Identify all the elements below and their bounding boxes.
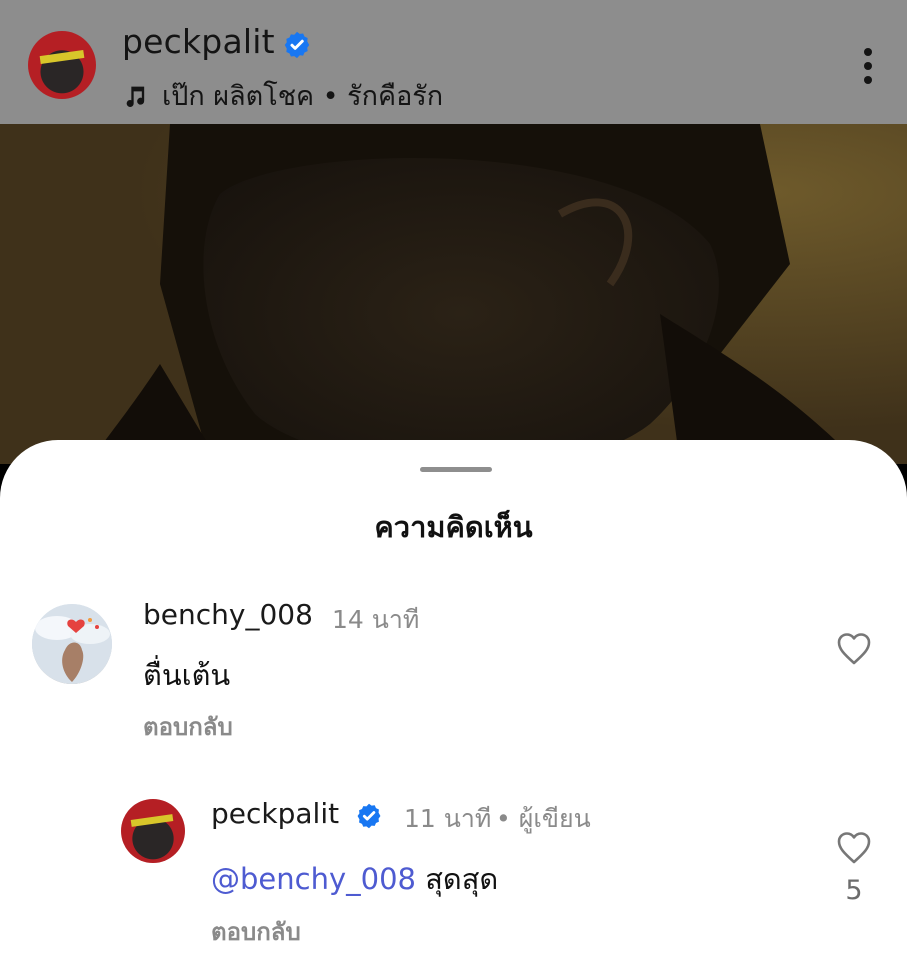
comment-text-row: @benchy_008 สุดสุด xyxy=(211,856,498,902)
post-username[interactable]: peckpalit xyxy=(122,22,275,61)
comment-avatar-peckpalit[interactable] xyxy=(121,799,185,863)
music-note-icon xyxy=(126,86,145,107)
verified-badge-icon xyxy=(284,31,310,59)
reply-button[interactable]: ตอบกลับ xyxy=(211,912,301,951)
avatar-band-decoration xyxy=(130,814,174,827)
post-header: peckpalit เป๊ก ผลิตโชค • รักคือรัก xyxy=(0,0,907,124)
heart-icon[interactable] xyxy=(836,632,872,666)
comments-title: ความคิดเห็น xyxy=(374,510,533,544)
avatar-image-icon xyxy=(32,604,112,684)
comment-avatar-benchy[interactable] xyxy=(32,604,112,684)
post-photo xyxy=(0,124,907,464)
profile-avatar[interactable] xyxy=(28,31,96,99)
more-options-icon[interactable] xyxy=(858,46,878,86)
sheet-drag-handle[interactable] xyxy=(420,467,492,472)
avatar-band-decoration xyxy=(39,49,85,65)
heart-icon[interactable] xyxy=(836,831,872,865)
comment-time: 14 นาที xyxy=(332,605,420,634)
comment-username[interactable]: peckpalit xyxy=(211,797,339,830)
like-count: 5 xyxy=(845,875,863,906)
photo-illustration xyxy=(0,124,907,464)
mention-link[interactable]: @benchy_008 xyxy=(211,862,416,896)
verified-badge-icon xyxy=(357,803,381,829)
comment-username[interactable]: benchy_008 xyxy=(143,598,313,631)
music-label: เป๊ก ผลิตโชค • รักคือรัก xyxy=(162,81,444,112)
comment-text: สุดสุด xyxy=(425,862,499,896)
comments-sheet: ความคิดเห็น benchy_008 14 นาที ตื่นเต้น … xyxy=(0,440,907,979)
reply-button[interactable]: ตอบกลับ xyxy=(143,707,233,746)
music-row[interactable]: เป๊ก ผลิตโชค • รักคือรัก xyxy=(122,74,443,117)
comment-text: ตื่นเต้น xyxy=(143,658,231,692)
comment-time: 11 นาที xyxy=(404,804,492,833)
author-label: • ผู้เขียน xyxy=(496,804,591,833)
